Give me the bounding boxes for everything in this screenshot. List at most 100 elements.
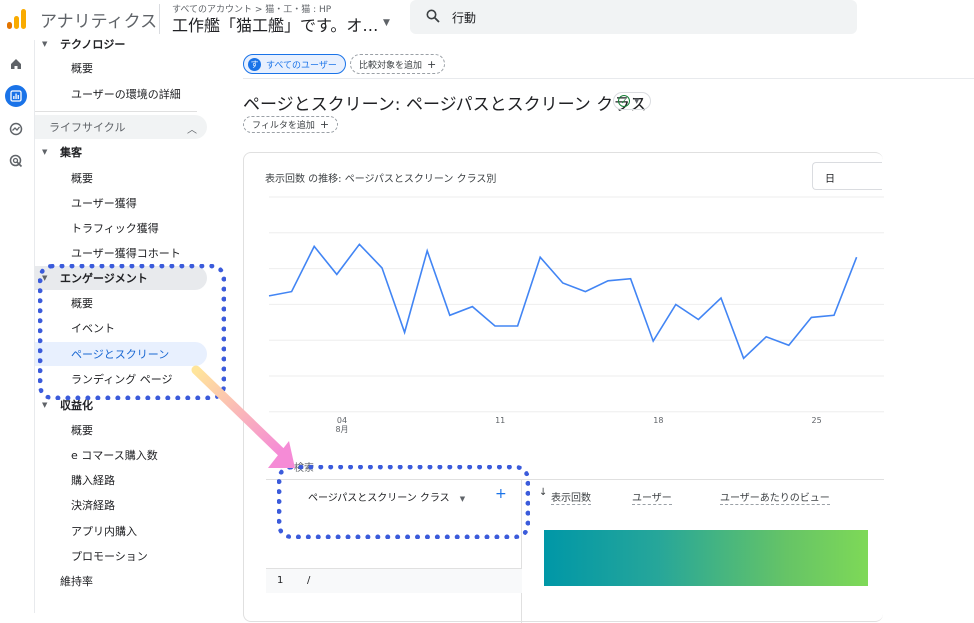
x-tick-label: 04 (337, 416, 347, 425)
nav-label: アプリ内購入 (71, 525, 137, 538)
nav-label: ユーザー獲得コホート (71, 247, 181, 260)
nav-label: ページとスクリーン (71, 348, 170, 361)
nav-item-eng-overview[interactable]: 概要 (35, 291, 207, 315)
nav-item-events[interactable]: イベント (35, 316, 207, 340)
triangle-down-icon: ▼ (42, 40, 48, 48)
search-input[interactable]: 行動 (452, 9, 476, 26)
nav-label: 維持率 (60, 575, 93, 588)
nav-label: 集客 (60, 146, 82, 159)
nav-item-user-environment[interactable]: ユーザーの環境の詳細 (35, 82, 207, 106)
line-chart: 048月 11 18 25 (268, 196, 884, 434)
metric-header-views-per-user[interactable]: ユーザーあたりのビュー (720, 489, 830, 505)
nav-section-engagement[interactable]: ▼ エンゲージメント (35, 266, 207, 290)
chevron-down-icon[interactable]: ▼ (383, 18, 390, 28)
nav-section-monetization[interactable]: ▼ 収益化 (35, 393, 207, 417)
x-tick-sublabel: 8月 (335, 425, 348, 434)
header-divider (243, 78, 974, 79)
add-comparison-button[interactable]: 比較対象を追加 + (350, 54, 446, 74)
triangle-down-icon: ▼ (42, 401, 48, 409)
nav-item-traffic-acquisition[interactable]: トラフィック獲得 (35, 216, 207, 240)
plus-icon: + (319, 118, 330, 131)
nav-section-acquisition[interactable]: ▼ 集客 (35, 140, 207, 164)
nav-label: ユーザーの環境の詳細 (71, 88, 181, 101)
nav-label: ライフサイクル (49, 121, 126, 134)
page-title: ページとスクリーン: ページパスとスクリーン クラス (243, 95, 647, 115)
report-main: すすべてのユーザー 比較対象を追加 + ページとスクリーン: ページパスとスクリー… (243, 40, 974, 623)
triangle-down-icon: ▼ (42, 274, 48, 282)
nav-label: 概要 (71, 424, 93, 437)
add-dimension-button[interactable]: + (495, 486, 507, 502)
series-line (268, 243, 858, 360)
nav-item-acq-overview[interactable]: 概要 (35, 166, 207, 190)
nav-label: 概要 (71, 62, 93, 75)
audience-label: すべてのユーザー (266, 60, 337, 71)
nav-item-tech-overview[interactable]: 概要 (35, 56, 207, 80)
dimension-label: ページパスとスクリーン クラス (308, 493, 450, 504)
nav-label: イベント (71, 322, 115, 335)
avatar: す (248, 57, 261, 71)
nav-item-pages-screens[interactable]: ページとスクリーン (35, 342, 207, 366)
nav-label: トラフィック獲得 (71, 222, 159, 235)
report-card: 表示回数 の推移: ページパスとスクリーン クラス別 日 04 8月 11 18 25 … (243, 152, 884, 623)
nav-group-lifecycle[interactable]: ライフサイクル ︿ (35, 115, 207, 139)
metric-header-views[interactable]: 表示回数 (551, 489, 591, 505)
nav-item-ecommerce[interactable]: e コマース購入数 (35, 443, 207, 467)
add-filter-button[interactable]: フィルタを追加 + (243, 116, 339, 133)
nav-item-retention[interactable]: 維持率 (35, 569, 207, 593)
reports-icon[interactable] (5, 85, 27, 107)
app-name: アナリティクス (40, 12, 158, 32)
nav-label: テクノロジー (60, 38, 126, 51)
table-search-input[interactable]: 検索 (294, 459, 314, 474)
nav-item-in-app-purchases[interactable]: アプリ内購入 (35, 519, 207, 543)
triangle-down-icon: ▼ (459, 495, 466, 503)
compare-label: 比較対象を追加 (359, 60, 423, 71)
nav-item-acquisition-cohort[interactable]: ユーザー獲得コホート (35, 241, 207, 265)
analytics-logo[interactable] (6, 8, 26, 30)
table-row[interactable] (266, 569, 522, 593)
nav-label: エンゲージメント (60, 272, 148, 285)
nav-label: 概要 (71, 172, 93, 185)
heat-bar (544, 530, 868, 586)
nav-item-user-acquisition[interactable]: ユーザー獲得 (35, 191, 207, 215)
nav-item-checkout-journey[interactable]: 決済経路 (35, 493, 207, 517)
nav-section-technology[interactable]: ▼ テクノロジー (35, 32, 207, 56)
report-navigation: ▼ テクノロジー 概要 ユーザーの環境の詳細 ライフサイクル ︿ ▼ 集客 概要 ユー… (35, 38, 243, 613)
nav-label: 収益化 (60, 399, 93, 412)
nav-label: ランディング ページ (71, 373, 173, 386)
chevron-up-icon: ︿ (187, 125, 197, 136)
nav-item-mon-overview[interactable]: 概要 (35, 418, 207, 442)
status-badge[interactable]: ✓ ▼ (613, 92, 651, 110)
x-tick-label: 18 (653, 416, 663, 425)
home-icon[interactable] (5, 53, 27, 75)
x-tick-label: 25 (812, 416, 822, 425)
row-page-path[interactable]: / (307, 575, 310, 586)
nav-item-promotions[interactable]: プロモーション (35, 544, 207, 568)
chevron-down-icon: ▼ (634, 97, 640, 105)
check-circle-icon: ✓ (618, 95, 630, 107)
header-divider (159, 4, 160, 34)
nav-label: プロモーション (71, 550, 148, 563)
explore-icon[interactable] (5, 118, 27, 140)
advertising-icon[interactable] (5, 150, 27, 172)
x-tick-label: 11 (495, 416, 505, 425)
property-selector[interactable]: 工作艦「猫工艦」です。オ… (172, 12, 378, 36)
metric-header-users[interactable]: ユーザー (632, 489, 672, 505)
nav-label: e コマース購入数 (71, 449, 158, 462)
search-bar[interactable]: 行動 (410, 0, 857, 34)
dimension-selector[interactable]: ページパスとスクリーン クラス ▼ (308, 489, 465, 504)
nav-label: 購入経路 (71, 474, 115, 487)
nav-item-purchase-journey[interactable]: 購入経路 (35, 468, 207, 492)
audience-chip[interactable]: すすべてのユーザー (243, 54, 346, 74)
triangle-down-icon: ▼ (42, 148, 48, 156)
chart-title: 表示回数 の推移: ページパスとスクリーン クラス別 (265, 174, 497, 185)
sort-desc-icon[interactable]: ↓ (539, 487, 547, 498)
column-divider (521, 480, 522, 623)
granularity-select[interactable]: 日 (812, 162, 882, 190)
left-rail (0, 40, 33, 613)
search-icon (426, 9, 440, 23)
filter-label: フィルタを追加 (252, 121, 315, 131)
nav-label: ユーザー獲得 (71, 197, 137, 210)
nav-label: 概要 (71, 297, 93, 310)
nav-item-landing-page[interactable]: ランディング ページ (35, 367, 207, 391)
nav-label: 決済経路 (71, 499, 115, 512)
